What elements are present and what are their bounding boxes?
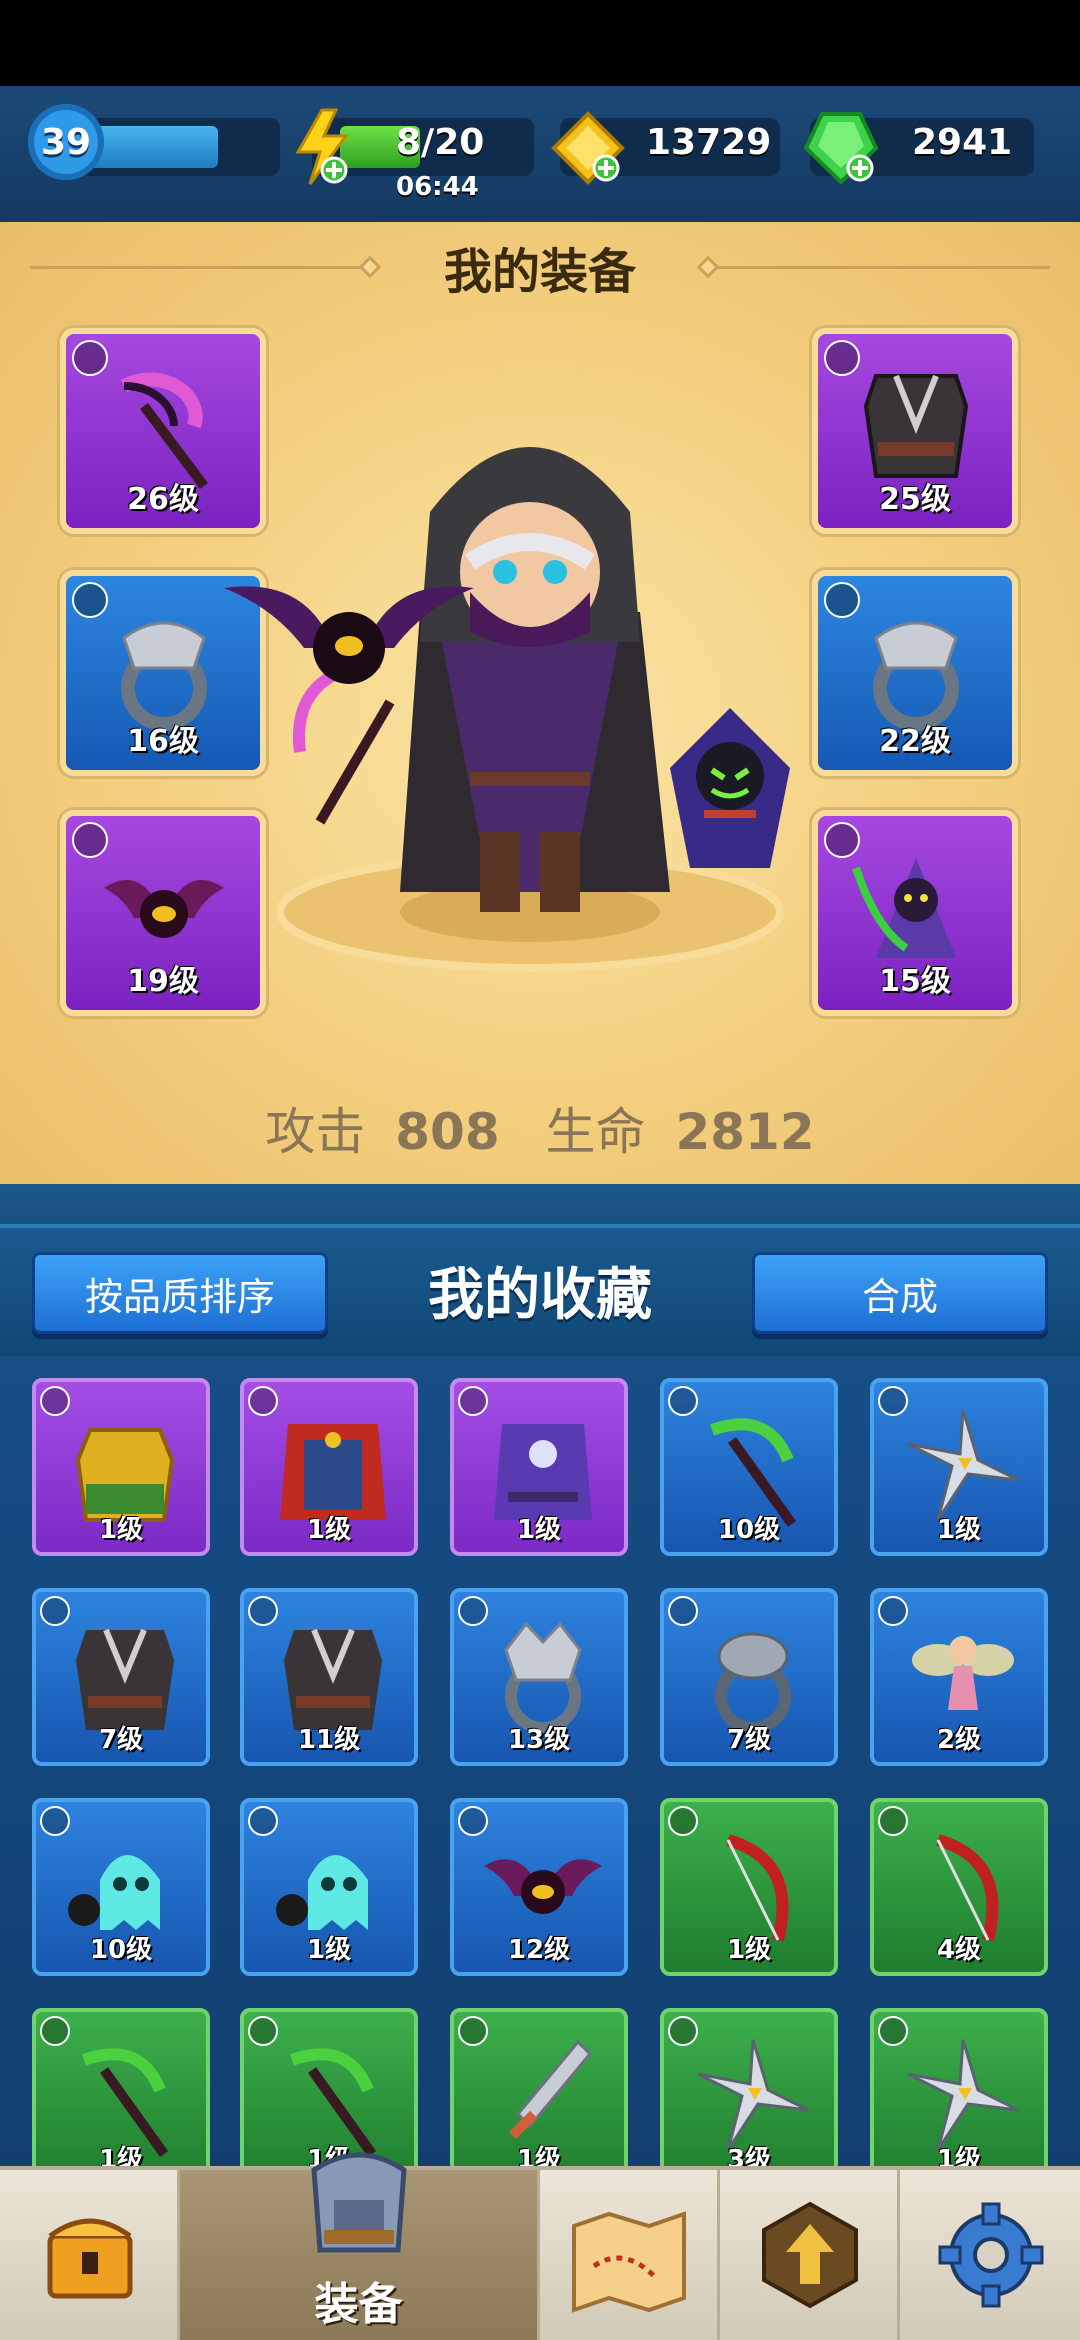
bottom-nav: 装备 <box>0 2152 1080 2340</box>
collection-item[interactable]: 1级 <box>870 1378 1048 1556</box>
gold-value: 13729 <box>646 122 772 163</box>
player-level-badge[interactable]: 39 <box>28 104 104 180</box>
item-level: 2级 <box>936 1725 982 1755</box>
equipment-tab-label: 装备 <box>314 2279 403 2330</box>
equipment-title: 我的装备 <box>443 244 636 300</box>
energy-value: 8/20 <box>396 122 485 163</box>
collection-item[interactable]: 1级 <box>450 1378 628 1556</box>
upgrade-arrow-icon <box>762 2201 858 2309</box>
bat-pet-companion <box>224 586 474 684</box>
equipment-tab[interactable]: 装备 <box>180 2152 540 2340</box>
item-level: 1级 <box>726 1935 772 1965</box>
item-level: 11级 <box>297 1725 361 1755</box>
collection-item[interactable]: 12级 <box>450 1798 628 1976</box>
item-level: 1级 <box>936 2145 982 2166</box>
xp-bar-fill <box>90 126 218 168</box>
collection-item[interactable]: 1级 <box>32 1378 210 1556</box>
item-level: 1级 <box>516 1515 562 1545</box>
equipment-panel: 我的装备 26级 25级 16级 22级 19级 15级 攻击 808 生命 2… <box>0 222 1080 1184</box>
collection-title: 我的收藏 <box>428 1263 652 1328</box>
collection-item[interactable]: 1级 <box>240 1798 418 1976</box>
item-level: 1级 <box>306 1515 352 1545</box>
collection-item[interactable]: 7级 <box>660 1588 838 1766</box>
item-level: 1级 <box>306 1935 352 1965</box>
player-level: 39 <box>40 121 92 163</box>
collection-grid: 1级 1级 1级 10级 1级 7级 11级 13级 7级 2级 10级 1级 12级 1级 4级 1级 1级 1… <box>0 1356 1080 2166</box>
shop-tab[interactable] <box>0 2170 180 2340</box>
item-level: 1级 <box>936 1515 982 1545</box>
item-level: 1级 <box>516 2145 562 2166</box>
collection-item[interactable]: 1级 <box>870 2008 1048 2166</box>
collection-item[interactable]: 2级 <box>870 1588 1048 1766</box>
collection-header: 按品质排序 我的收藏 合成 <box>0 1224 1080 1356</box>
collection-item[interactable]: 10级 <box>32 1798 210 1976</box>
collection-item[interactable]: 10级 <box>660 1378 838 1556</box>
collection-item[interactable]: 1级 <box>660 1798 838 1976</box>
collection-item[interactable]: 13级 <box>450 1588 628 1766</box>
merge-button[interactable]: 合成 <box>752 1252 1048 1334</box>
item-level: 4级 <box>936 1935 982 1965</box>
hero-stats: 攻击 808 生命 2812 <box>0 1092 1080 1164</box>
treasure-chest-icon <box>47 2218 133 2299</box>
reaper-pet-companion <box>670 708 790 868</box>
hp-label: 生命 <box>545 1103 646 1161</box>
gold-icon <box>551 111 625 185</box>
collection-item[interactable]: 7级 <box>32 1588 210 1766</box>
attack-label: 攻击 <box>265 1103 366 1161</box>
energy-icon <box>295 108 349 185</box>
item-level: 12级 <box>507 1935 571 1965</box>
collection-item[interactable]: 1级 <box>32 2008 210 2166</box>
armor-icon <box>311 2152 407 2253</box>
item-level: 3级 <box>726 2145 772 2166</box>
collection-item[interactable]: 1级 <box>240 1378 418 1556</box>
item-level: 1级 <box>98 1515 144 1545</box>
item-level: 1级 <box>98 2145 144 2166</box>
energy-timer: 06:44 <box>396 172 479 202</box>
attack-value: 808 <box>395 1103 500 1161</box>
settings-tab[interactable] <box>900 2170 1080 2340</box>
sort-by-quality-button[interactable]: 按品质排序 <box>32 1252 328 1334</box>
collection-item[interactable]: 1级 <box>450 2008 628 2166</box>
hp-value: 2812 <box>675 1103 815 1161</box>
collection-item[interactable]: 11级 <box>240 1588 418 1766</box>
item-level: 7级 <box>726 1725 772 1755</box>
item-level: 10级 <box>89 1935 153 1965</box>
upgrade-tab[interactable] <box>720 2170 900 2340</box>
status-bar <box>0 0 1080 86</box>
resource-bar: 39 8/20 13729 2941 <box>0 86 1080 222</box>
gem-value: 2941 <box>912 122 1013 163</box>
panel-divider <box>0 1184 1080 1224</box>
map-icon <box>572 2211 686 2313</box>
gem-icon <box>803 112 879 185</box>
item-level: 10级 <box>717 1515 781 1545</box>
collection-item[interactable]: 4级 <box>870 1798 1048 1976</box>
item-level: 7级 <box>98 1725 144 1755</box>
collection-item[interactable]: 3级 <box>660 2008 838 2166</box>
item-level: 13级 <box>507 1725 571 1755</box>
map-tab[interactable] <box>540 2170 720 2340</box>
gear-icon <box>938 2202 1044 2308</box>
